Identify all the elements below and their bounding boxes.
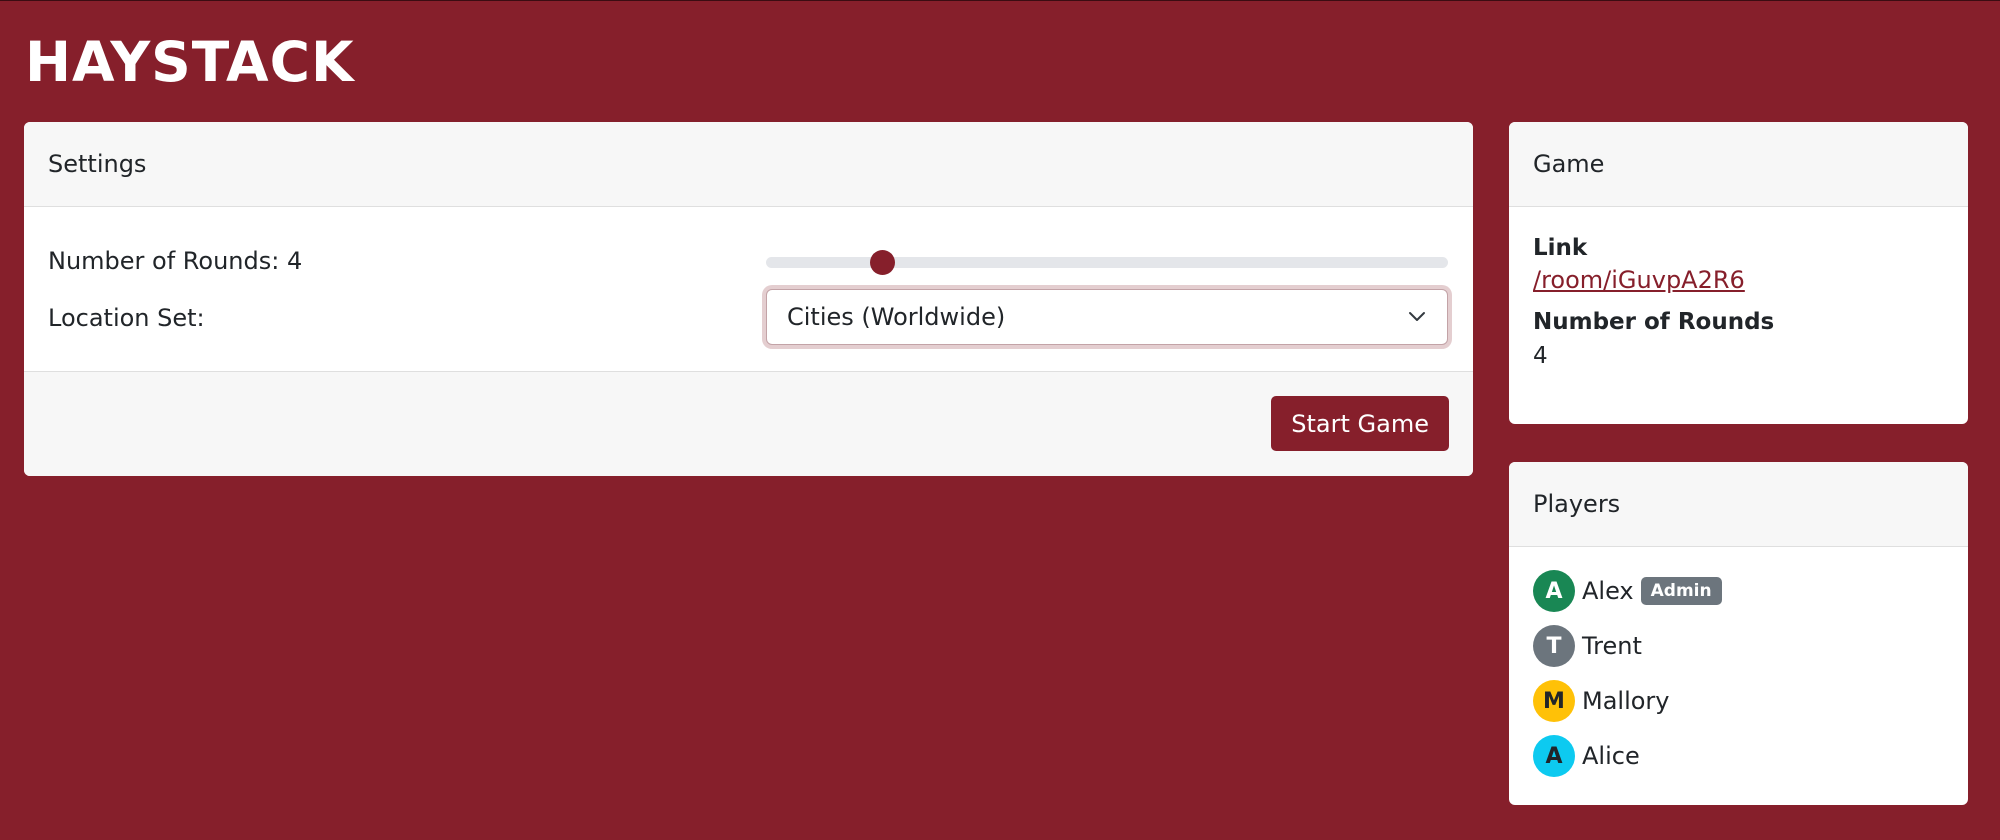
location-set-label: Location Set: bbox=[48, 304, 205, 332]
rounds-slider[interactable] bbox=[766, 250, 1448, 275]
game-card-body: Link /room/iGuvpA2R6 Number of Rounds 4 bbox=[1509, 207, 1968, 373]
players-card: Players A Alex Admin T Trent M Mallory A… bbox=[1509, 462, 1968, 805]
player-row: T Trent bbox=[1533, 624, 1944, 668]
settings-card-header: Settings bbox=[24, 122, 1473, 207]
game-room-link[interactable]: /room/iGuvpA2R6 bbox=[1533, 263, 1745, 297]
player-row: A Alice bbox=[1533, 734, 1944, 778]
game-rounds-label: Number of Rounds bbox=[1533, 309, 1775, 335]
player-name: Alex bbox=[1582, 577, 1634, 605]
player-name: Mallory bbox=[1582, 687, 1670, 715]
game-rounds-value: 4 bbox=[1533, 343, 1548, 369]
start-game-button[interactable]: Start Game bbox=[1271, 396, 1449, 451]
players-card-header: Players bbox=[1509, 462, 1968, 547]
location-set-selected-value: Cities (Worldwide) bbox=[787, 303, 1006, 331]
admin-badge: Admin bbox=[1640, 577, 1722, 605]
player-avatar: A bbox=[1533, 570, 1575, 612]
game-card-header: Game bbox=[1509, 122, 1968, 207]
player-row: A Alex Admin bbox=[1533, 569, 1944, 613]
rounds-slider-thumb[interactable] bbox=[869, 250, 895, 275]
player-avatar: A bbox=[1533, 735, 1575, 777]
player-avatar: T bbox=[1533, 625, 1575, 667]
settings-body: Number of Rounds: 4 Location Set: Cities… bbox=[24, 207, 1473, 371]
app-title: HAYSTACK bbox=[25, 30, 355, 94]
player-avatar: M bbox=[1533, 680, 1575, 722]
player-row: M Mallory bbox=[1533, 679, 1944, 723]
players-list: A Alex Admin T Trent M Mallory A Alice bbox=[1509, 547, 1968, 778]
chevron-down-icon bbox=[1407, 307, 1427, 327]
game-card: Game Link /room/iGuvpA2R6 Number of Roun… bbox=[1509, 122, 1968, 424]
rounds-label: Number of Rounds: 4 bbox=[48, 247, 303, 275]
player-name: Alice bbox=[1582, 742, 1640, 770]
game-link-label: Link bbox=[1533, 235, 1588, 261]
settings-card-footer: Start Game bbox=[24, 371, 1473, 476]
player-name: Trent bbox=[1582, 632, 1642, 660]
location-set-select[interactable]: Cities (Worldwide) bbox=[766, 289, 1448, 345]
settings-card: Settings Number of Rounds: 4 Location Se… bbox=[24, 122, 1473, 476]
